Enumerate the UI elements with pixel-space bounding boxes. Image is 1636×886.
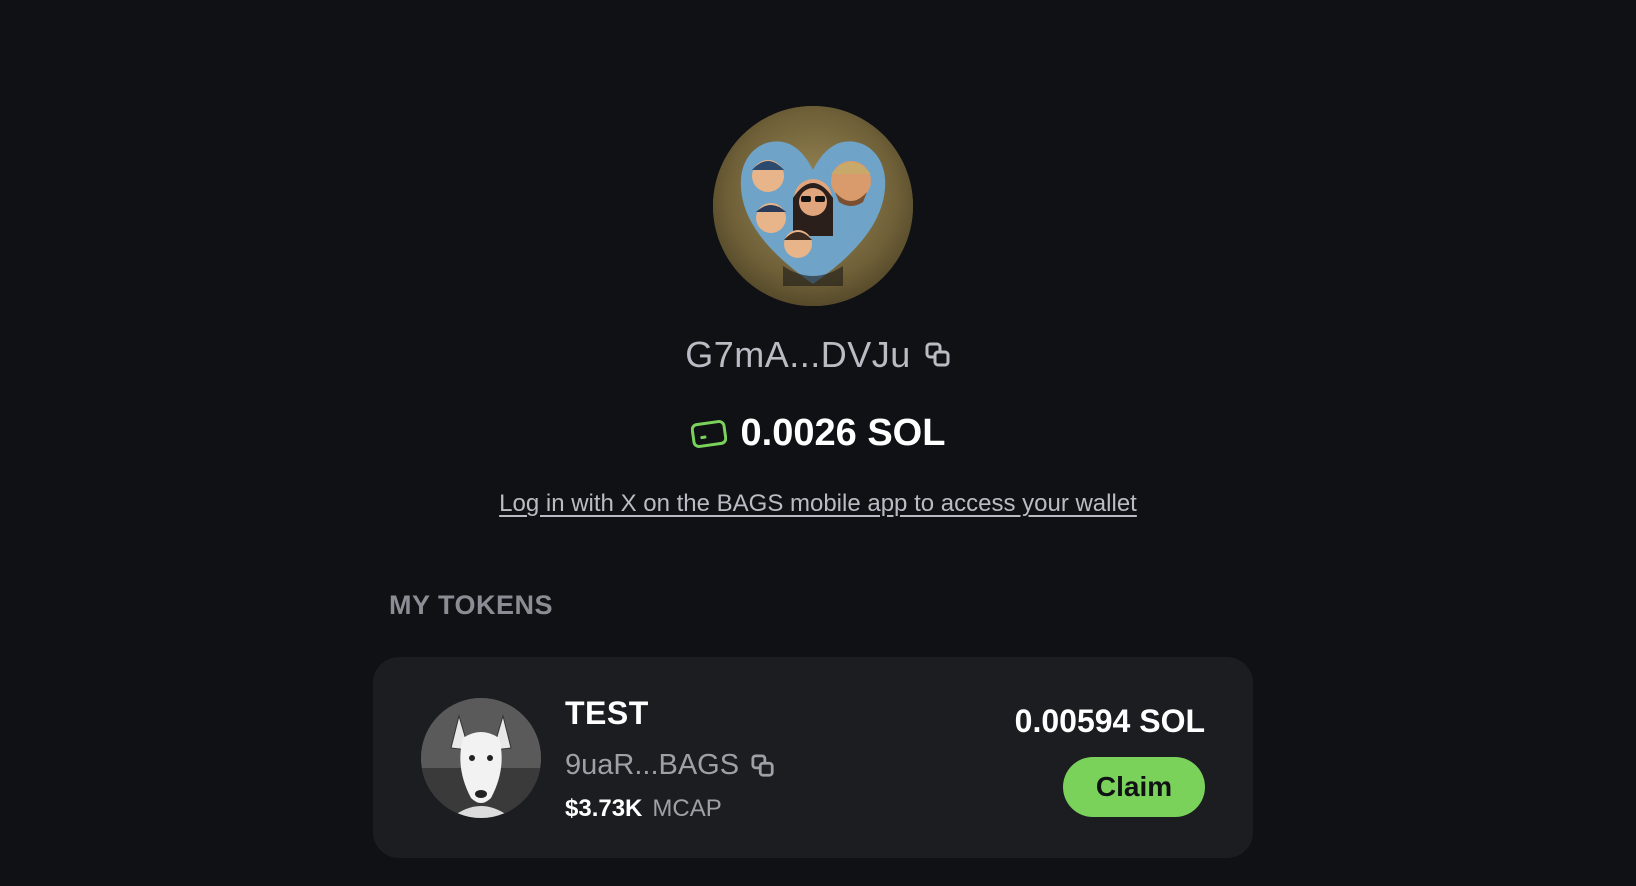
token-mcap-value: $3.73K (565, 795, 643, 822)
dog-avatar-icon (421, 698, 541, 818)
token-claimable-sol: 0.00594 SOL (1014, 703, 1205, 739)
my-tokens-heading: MY TOKENS (389, 590, 554, 620)
copy-icon[interactable] (751, 753, 775, 778)
token-avatar (421, 698, 541, 818)
login-with-x-link[interactable]: Log in with X on the BAGS mobile app to … (0, 490, 1636, 518)
balance-row: 0.0026 SOL (0, 412, 1636, 455)
token-card[interactable]: TEST 9uaR...BAGS $3.73K MCAP 0.00594 SOL… (373, 657, 1253, 858)
wallet-icon (690, 419, 727, 449)
token-address-row: 9uaR...BAGS (565, 749, 775, 782)
profile-page: G7mA...DVJu 0.0026 SOL Log in with X on … (0, 0, 1636, 886)
token-mcap-row: $3.73K MCAP (565, 795, 722, 823)
sol-balance: 0.0026 SOL (740, 412, 946, 454)
profile-avatar (713, 106, 913, 306)
token-name: TEST (565, 695, 649, 731)
wallet-address: G7mA...DVJu (685, 334, 911, 375)
family-heart-avatar-icon (713, 106, 913, 306)
token-address: 9uaR...BAGS (565, 749, 740, 781)
token-mcap-label: MCAP (652, 795, 722, 822)
wallet-address-row: G7mA...DVJu (0, 334, 1636, 376)
claim-button[interactable]: Claim (1063, 757, 1205, 817)
copy-icon[interactable] (925, 342, 951, 368)
